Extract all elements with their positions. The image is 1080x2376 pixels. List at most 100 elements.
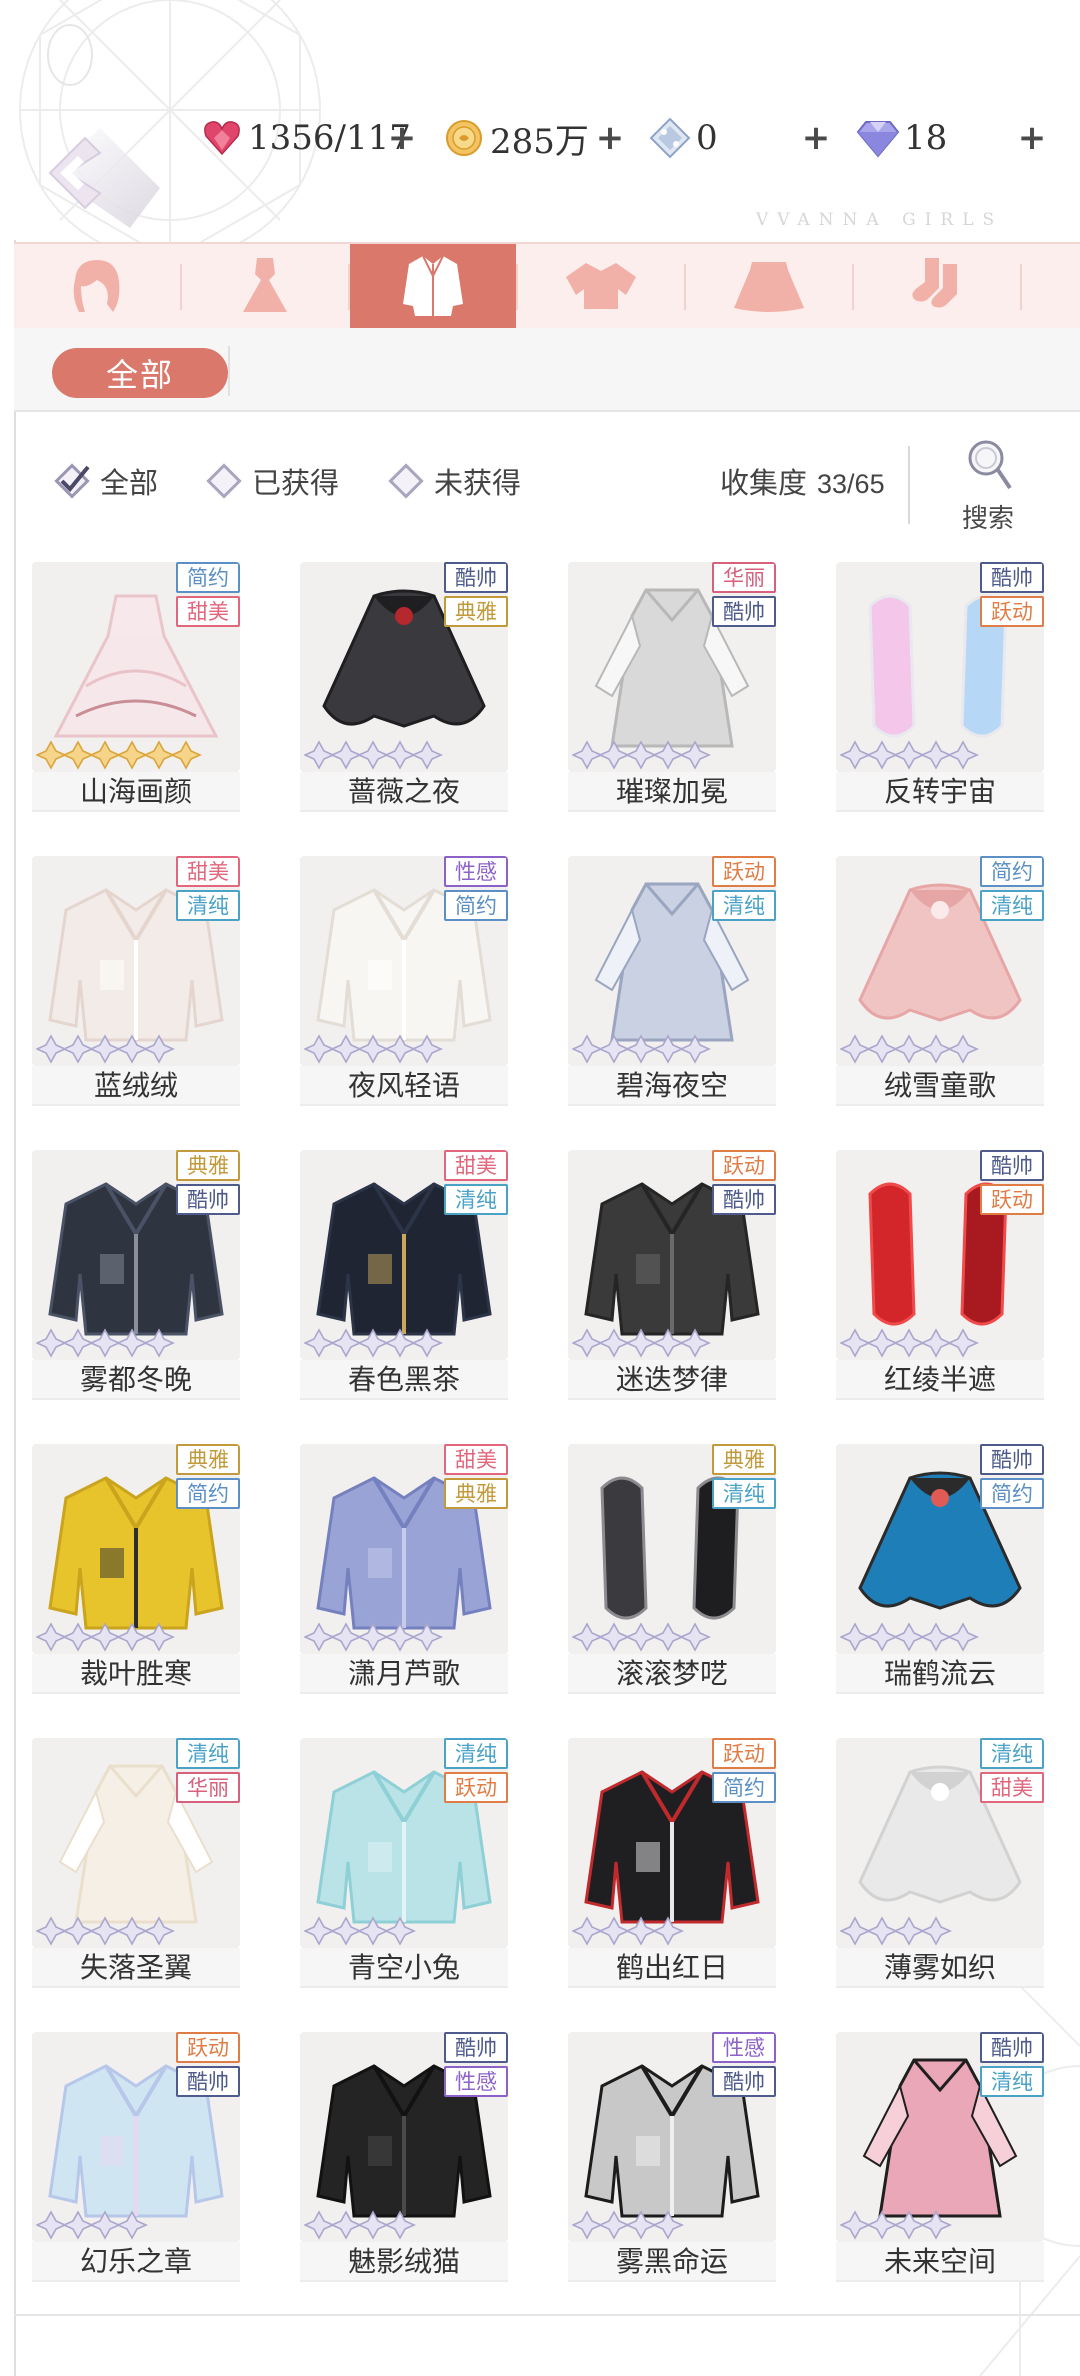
item-card[interactable]: 跃动 简约 鹤出红日 <box>568 1738 776 1988</box>
star-icon <box>89 1622 121 1652</box>
item-card[interactable]: 典雅 酷帅 雾都冬晚 <box>32 1150 240 1400</box>
star-icon <box>840 1916 871 1946</box>
search-button[interactable]: 搜索 <box>938 436 1038 539</box>
item-card[interactable]: 酷帅 典雅 蔷薇之夜 <box>300 562 508 812</box>
item-card[interactable]: 性感 酷帅 雾黑命运 <box>568 2032 776 2282</box>
filter-all-label: 全部 <box>100 466 159 500</box>
style-tag: 华丽 <box>712 562 776 593</box>
collection-label: 收集度 <box>720 466 808 500</box>
filter-obtained[interactable]: 已获得 <box>202 458 339 504</box>
star-rating <box>572 740 711 770</box>
item-card[interactable]: 华丽 酷帅 璀璨加冕 <box>568 562 776 812</box>
style-tag: 酷帅 <box>176 1184 240 1215</box>
item-card[interactable]: 跃动 酷帅 迷迭梦律 <box>568 1150 776 1400</box>
style-tag: 酷帅 <box>980 562 1044 593</box>
item-card[interactable]: 清纯 甜美 薄雾如织 <box>836 1738 1044 1988</box>
item-name: 反转宇宙 <box>836 772 1044 812</box>
star-icon <box>572 740 603 770</box>
star-icon <box>625 1916 657 1946</box>
skirt-icon <box>734 262 804 312</box>
style-tag: 跃动 <box>444 1772 508 1803</box>
item-card[interactable]: 酷帅 跃动反转宇宙 <box>836 562 1044 812</box>
star-icon <box>304 2210 335 2240</box>
star-icon <box>89 1916 121 1946</box>
star-icon <box>330 1034 362 1064</box>
star-icon <box>330 1328 362 1358</box>
back-button[interactable] <box>40 128 160 228</box>
filter-all[interactable]: 全部 <box>50 458 158 504</box>
star-icon <box>598 1916 630 1946</box>
item-card[interactable]: 跃动 酷帅 幻乐之章 <box>32 2032 240 2282</box>
style-tag: 清纯 <box>712 1478 776 1509</box>
item-card[interactable]: 典雅 简约 裁叶胜寒 <box>32 1444 240 1694</box>
item-thumbnail: 典雅 清纯 <box>568 1444 776 1654</box>
star-icon <box>679 1034 711 1064</box>
checkbox-icon <box>206 463 242 499</box>
item-card[interactable]: 酷帅 跃动 红绫半遮 <box>836 1150 1044 1400</box>
diamond-icon <box>856 116 900 160</box>
style-tag: 酷帅 <box>176 2066 240 2097</box>
style-tag: 典雅 <box>176 1444 240 1475</box>
item-thumbnail: 跃动 简约 <box>568 1738 776 1948</box>
style-tag: 清纯 <box>980 1738 1044 1769</box>
item-card[interactable]: 性感 简约 夜风轻语 <box>300 856 508 1106</box>
star-icon <box>89 2210 121 2240</box>
star-icon <box>357 2210 389 2240</box>
star-icon <box>920 1622 952 1652</box>
item-card[interactable]: 简约 清纯 绒雪童歌 <box>836 856 1044 1106</box>
item-card[interactable]: 跃动 清纯 碧海夜空 <box>568 856 776 1106</box>
star-icon <box>384 1916 416 1946</box>
star-rating <box>572 1328 711 1358</box>
tab-socks[interactable] <box>854 244 1020 328</box>
star-rating <box>840 1328 979 1358</box>
add-stamina-button[interactable]: + <box>382 112 422 164</box>
style-tag: 清纯 <box>980 890 1044 921</box>
style-tag: 性感 <box>444 2066 508 2097</box>
item-name: 未来空间 <box>836 2242 1044 2282</box>
star-rating <box>840 2210 952 2240</box>
search-icon <box>968 440 1012 490</box>
search-label: 搜索 <box>938 498 1038 539</box>
item-card[interactable]: 清纯 华丽 失落圣翼 <box>32 1738 240 1988</box>
add-diamond-button[interactable]: + <box>1012 112 1052 164</box>
item-card[interactable]: 酷帅 性感 魅影绒猫 <box>300 2032 508 2282</box>
item-card[interactable]: 典雅 清纯 滚滚梦呓 <box>568 1444 776 1694</box>
star-icon <box>947 1034 979 1064</box>
item-card[interactable]: 清纯 跃动 青空小兔 <box>300 1738 508 1988</box>
style-tag: 甜美 <box>176 856 240 887</box>
item-card[interactable]: 酷帅 简约 瑞鹤流云 <box>836 1444 1044 1694</box>
add-crystal-button[interactable]: + <box>796 112 836 164</box>
star-icon <box>357 740 389 770</box>
star-icon <box>36 1622 67 1652</box>
subcategory-all-button[interactable]: 全部 <box>52 348 228 398</box>
star-rating <box>304 1916 416 1946</box>
item-card[interactable]: 简约 甜美 山海画颜 <box>32 562 240 812</box>
tab-top[interactable] <box>518 244 684 328</box>
tab-dress[interactable] <box>182 244 348 328</box>
star-icon <box>625 1328 657 1358</box>
star-icon <box>866 1916 898 1946</box>
item-card[interactable]: 甜美 清纯 蓝绒绒 <box>32 856 240 1106</box>
item-card[interactable]: 甜美 清纯 春色黑茶 <box>300 1150 508 1400</box>
add-gold-button[interactable]: + <box>590 112 630 164</box>
style-tag: 清纯 <box>176 890 240 921</box>
star-icon <box>384 1328 416 1358</box>
star-rating <box>572 1622 711 1652</box>
stamina-display: 1356/117 <box>200 112 411 164</box>
item-card[interactable]: 酷帅 清纯 未来空间 <box>836 2032 1044 2282</box>
dress-icon <box>243 258 287 312</box>
tab-coat[interactable] <box>350 244 516 328</box>
star-icon <box>304 740 335 770</box>
star-rating <box>572 1916 684 1946</box>
star-icon <box>652 1328 684 1358</box>
style-tag: 跃动 <box>980 596 1044 627</box>
star-icon <box>411 1034 443 1064</box>
item-card[interactable]: 甜美 典雅 潇月芦歌 <box>300 1444 508 1694</box>
checkbox-icon <box>388 463 424 499</box>
item-thumbnail: 清纯 甜美 <box>836 1738 1044 1948</box>
tab-skirt[interactable] <box>686 244 852 328</box>
star-icon <box>384 740 416 770</box>
tab-hair[interactable] <box>14 244 180 328</box>
filter-unobtained[interactable]: 未获得 <box>384 458 521 504</box>
style-tag: 酷帅 <box>444 562 508 593</box>
